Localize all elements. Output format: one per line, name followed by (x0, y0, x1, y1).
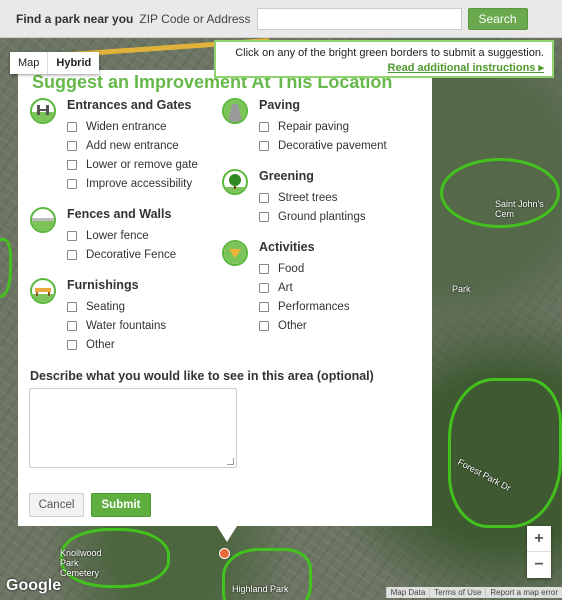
submit-button[interactable]: Submit (91, 493, 151, 517)
cancel-button[interactable]: Cancel (29, 493, 84, 517)
option-row: Lower fence (67, 226, 176, 245)
describe-textarea[interactable] (29, 388, 237, 468)
option-row: Art (259, 278, 350, 297)
option-row: Decorative pavement (259, 136, 387, 155)
option-checkbox[interactable] (67, 178, 77, 189)
option-checkbox[interactable] (67, 249, 77, 260)
map-type-hybrid[interactable]: Hybrid (47, 52, 100, 74)
option-checkbox[interactable] (259, 282, 269, 293)
option-checkbox[interactable] (67, 339, 77, 350)
terms-link[interactable]: Terms of Use (429, 587, 486, 598)
option-label: Art (278, 281, 293, 294)
option-checkbox[interactable] (259, 192, 269, 203)
option-row: Decorative Fence (67, 245, 176, 264)
option-label: Seating (86, 300, 126, 313)
option-checkbox[interactable] (67, 230, 77, 241)
option-row: Food (259, 259, 350, 278)
option-row: Other (259, 316, 350, 335)
option-row: Water fountains (67, 316, 166, 335)
zoom-in-button[interactable]: + (527, 526, 551, 552)
option-label: Decorative Fence (86, 248, 177, 261)
option-label: Street trees (278, 191, 338, 204)
map-type-map[interactable]: Map (10, 52, 48, 74)
zoom-out-button[interactable]: − (527, 552, 551, 578)
category-name: Paving (259, 98, 300, 112)
category-name: Furnishings (67, 278, 139, 292)
category-name: Fences and Walls (67, 207, 172, 221)
option-row: Widen entrance (67, 117, 198, 136)
search-button[interactable]: Search (467, 7, 528, 30)
option-checkbox[interactable] (67, 159, 77, 170)
park-border[interactable] (0, 238, 12, 298)
option-checkbox[interactable] (67, 320, 77, 331)
option-row: Add new entrance (67, 136, 198, 155)
option-row: Ground plantings (259, 207, 366, 226)
fence-icon (30, 207, 56, 233)
option-row: Lower or remove gate (67, 155, 198, 174)
google-logo: Google (6, 577, 62, 594)
option-row: Seating (67, 297, 166, 316)
option-row: Improve accessibility (67, 174, 198, 193)
describe-label: Describe what you would like to see in t… (30, 369, 374, 383)
location-marker-icon[interactable] (219, 548, 230, 559)
option-checkbox[interactable] (259, 121, 269, 132)
zip-label: ZIP Code or Address (139, 11, 251, 26)
option-row: Other (67, 335, 166, 354)
option-label: Decorative pavement (278, 139, 387, 152)
option-checkbox[interactable] (259, 301, 269, 312)
option-row: Repair paving (259, 117, 387, 136)
zip-address-input[interactable] (256, 7, 462, 30)
option-checkbox[interactable] (259, 211, 269, 222)
option-checkbox[interactable] (67, 301, 77, 312)
option-label: Lower fence (86, 229, 149, 242)
gate-icon (30, 98, 56, 124)
option-label: Widen entrance (86, 120, 167, 133)
option-label: Other (278, 319, 307, 332)
instructions-text: Click on any of the bright green borders… (235, 47, 544, 59)
zoom-control: + − (527, 526, 551, 578)
option-checkbox[interactable] (259, 140, 269, 151)
read-instructions-link[interactable]: Read additional instructions ▸ (224, 61, 544, 74)
map-data-link[interactable]: Map Data (385, 587, 430, 598)
option-checkbox[interactable] (67, 121, 77, 132)
instructions-box: Click on any of the bright green borders… (214, 40, 554, 78)
map-label: Knollwood Park Cemetery (60, 548, 102, 578)
map-label: Highland Park (232, 584, 289, 594)
tree-icon (222, 169, 248, 195)
map-label: Park (452, 284, 471, 294)
option-label: Water fountains (86, 319, 167, 332)
park-border[interactable] (448, 378, 562, 528)
option-label: Repair paving (278, 120, 349, 133)
map-attribution: Map Data Terms of Use Report a map error (385, 587, 562, 598)
option-label: Performances (278, 300, 350, 313)
category-name: Entrances and Gates (67, 98, 192, 112)
option-label: Lower or remove gate (86, 158, 198, 171)
category-name: Greening (259, 169, 314, 183)
panel-pointer (217, 526, 237, 542)
bench-icon (30, 278, 56, 304)
option-label: Food (278, 262, 305, 275)
option-label: Add new entrance (86, 139, 179, 152)
map-type-control: Map Hybrid (10, 52, 100, 74)
report-error-link[interactable]: Report a map error (485, 587, 562, 598)
option-checkbox[interactable] (67, 140, 77, 151)
park-finder-bar: Find a park near you ZIP Code or Address… (0, 0, 562, 38)
find-park-label: Find a park near you (16, 11, 134, 26)
option-label: Ground plantings (278, 210, 366, 223)
resize-grip-icon[interactable] (227, 458, 234, 465)
paving-icon (222, 98, 248, 124)
option-row: Performances (259, 297, 350, 316)
category-name: Activities (259, 240, 315, 254)
option-checkbox[interactable] (259, 320, 269, 331)
map-label: Saint John's Cem (495, 199, 544, 219)
option-label: Improve accessibility (86, 177, 193, 190)
option-checkbox[interactable] (259, 263, 269, 274)
option-row: Street trees (259, 188, 366, 207)
suggestion-panel: Suggest an Improvement At This Location … (18, 70, 432, 526)
option-label: Other (86, 338, 115, 351)
activities-icon (222, 240, 248, 266)
